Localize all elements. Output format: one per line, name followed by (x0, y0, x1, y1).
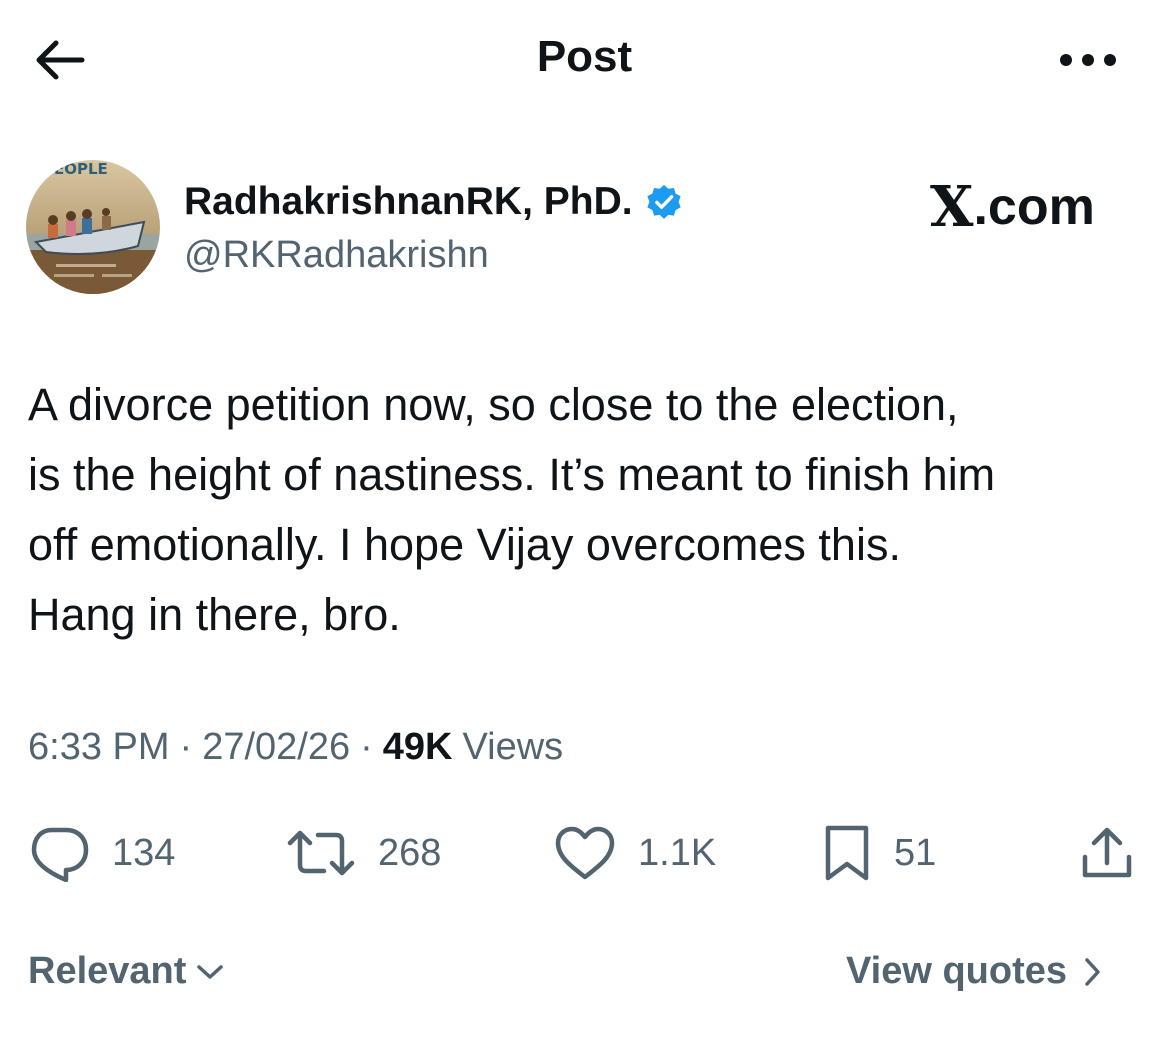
view-quotes-link[interactable]: View quotes (846, 950, 1101, 993)
post-line: is the height of nastiness. It’s meant t… (28, 449, 996, 500)
repost-icon (287, 830, 355, 876)
bookmark-button[interactable]: 51 (822, 820, 936, 886)
reply-button[interactable]: 134 (28, 820, 175, 886)
reply-count: 134 (112, 831, 176, 874)
meta-separator: · (179, 726, 193, 768)
view-quotes-label: View quotes (846, 950, 1068, 992)
author-name-text: RadhakrishnanRK, PhD. (184, 180, 633, 223)
x-watermark: X .com (930, 174, 1095, 240)
post-date[interactable]: 27/02/26 (202, 726, 350, 769)
views-label[interactable]: Views (462, 726, 563, 769)
avatar[interactable]: EOPLE (26, 160, 160, 294)
like-button[interactable]: 1.1K (554, 820, 716, 886)
heart-icon (555, 826, 615, 880)
meta-separator: · (360, 726, 373, 768)
ellipsis-icon (1060, 54, 1116, 66)
back-button[interactable] (24, 28, 94, 92)
chevron-right-icon (1085, 957, 1100, 986)
avatar-text: EOPLE (54, 160, 108, 178)
post-line: A divorce petition now, so close to the … (28, 379, 959, 430)
share-icon (1082, 827, 1132, 878)
like-count: 1.1K (638, 831, 717, 874)
page-title: Post (536, 32, 633, 81)
author-handle[interactable]: @RKRadhakrishn (184, 234, 489, 277)
reply-icon (31, 827, 89, 882)
verified-badge-icon (646, 184, 681, 219)
bookmark-icon (825, 825, 869, 881)
bookmark-count: 51 (894, 831, 937, 874)
post-line: off emotionally. I hope Vijay overcomes … (28, 519, 901, 570)
post-time[interactable]: 6:33 PM (28, 726, 170, 769)
x-logo-icon: X (930, 174, 974, 240)
repost-button[interactable]: 268 (286, 820, 441, 886)
post-meta: 6:33 PM · 27/02/26 · 49K Views (28, 726, 563, 769)
post-line: Hang in there, bro. (28, 589, 401, 640)
share-button[interactable] (1080, 820, 1134, 886)
sort-replies-dropdown[interactable]: Relevant (28, 950, 224, 993)
arrow-left-icon (36, 40, 85, 80)
repost-count: 268 (378, 831, 442, 874)
views-count[interactable]: 49K (383, 726, 453, 769)
post-text: A divorce petition now, so close to the … (28, 370, 1148, 650)
author-name[interactable]: RadhakrishnanRK, PhD. (184, 180, 683, 224)
more-options-button[interactable] (1048, 30, 1128, 90)
watermark-text: .com (973, 178, 1095, 236)
chevron-down-icon (197, 964, 224, 979)
sort-label: Relevant (28, 950, 187, 992)
